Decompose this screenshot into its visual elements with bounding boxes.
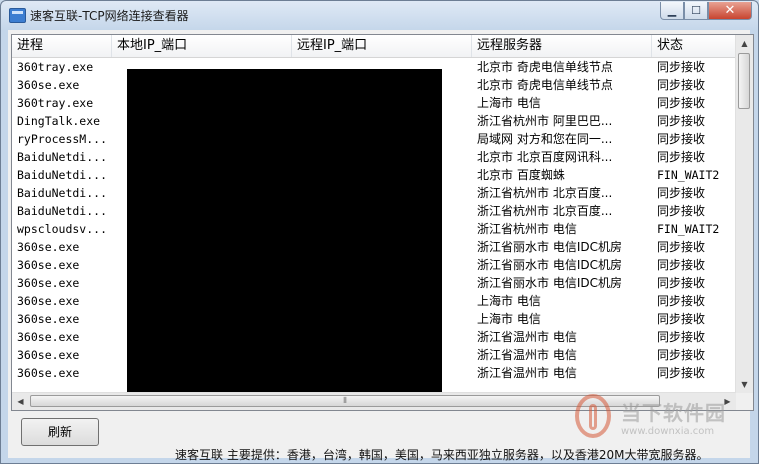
status-cell: 同步接收 — [657, 132, 706, 146]
remote-server-cell: 浙江省杭州市 北京百度... — [477, 204, 613, 218]
window-controls: ▁ ☐ ✕ — [660, 2, 752, 20]
process-cell: wpscloudsv... — [17, 222, 108, 236]
status-cell: FIN_WAIT2 — [657, 222, 720, 236]
app-icon — [9, 8, 26, 23]
horizontal-scroll-thumb[interactable]: ⦀ — [30, 395, 660, 407]
status-cell: 同步接收 — [657, 114, 706, 128]
status-cell: 同步接收 — [657, 150, 706, 164]
close-icon: ✕ — [724, 3, 736, 18]
process-cell: 360se.exe — [17, 240, 80, 254]
process-cell: BaiduNetdi... — [17, 204, 108, 218]
remote-server-cell: 浙江省温州市 电信 — [477, 348, 577, 362]
remote-server-cell: 上海市 电信 — [477, 96, 541, 110]
column-header-remote-ip[interactable]: 远程IP_端口 — [292, 35, 472, 57]
watermark-logo-icon — [575, 394, 611, 438]
status-cell: 同步接收 — [657, 312, 706, 326]
watermark: 当下软件园 www.downxia.com — [575, 394, 745, 446]
remote-server-cell: 北京市 百度蜘蛛 — [477, 168, 565, 182]
process-cell: BaiduNetdi... — [17, 186, 108, 200]
remote-server-cell: 上海市 电信 — [477, 294, 541, 308]
remote-server-cell: 浙江省杭州市 北京百度... — [477, 186, 613, 200]
remote-server-cell: 浙江省温州市 电信 — [477, 366, 577, 380]
status-cell: 同步接收 — [657, 258, 706, 272]
column-header-remote-server[interactable]: 远程服务器 — [472, 35, 652, 57]
process-cell: 360se.exe — [17, 330, 80, 344]
status-cell: 同步接收 — [657, 330, 706, 344]
status-cell: 同步接收 — [657, 348, 706, 362]
remote-server-cell: 上海市 电信 — [477, 312, 541, 326]
remote-server-cell: 浙江省丽水市 电信IDC机房 — [477, 240, 622, 254]
process-cell: 360se.exe — [17, 78, 80, 92]
process-cell: 360se.exe — [17, 312, 80, 326]
scroll-down-icon[interactable]: ▼ — [736, 376, 753, 393]
process-cell: BaiduNetdi... — [17, 168, 108, 182]
process-cell: 360tray.exe — [17, 96, 94, 110]
status-cell: 同步接收 — [657, 60, 706, 74]
status-cell: 同步接收 — [657, 78, 706, 92]
remote-server-cell: 浙江省温州市 电信 — [477, 330, 577, 344]
list-header: 进程 本地IP_端口 远程IP_端口 远程服务器 状态 — [12, 35, 736, 58]
maximize-icon: ☐ — [691, 4, 701, 17]
scroll-left-icon[interactable]: ◀ — [12, 393, 29, 410]
process-cell: DingTalk.exe — [17, 114, 101, 128]
status-cell: 同步接收 — [657, 96, 706, 110]
connection-list[interactable]: 进程 本地IP_端口 远程IP_端口 远程服务器 状态 360tray.exe 北… — [11, 34, 754, 411]
vertical-scroll-thumb[interactable] — [738, 53, 750, 109]
watermark-url: www.downxia.com — [621, 426, 715, 437]
status-cell: 同步接收 — [657, 366, 706, 380]
remote-server-cell: 局域网 对方和您在同一... — [477, 132, 613, 146]
status-cell: 同步接收 — [657, 294, 706, 308]
remote-server-cell: 浙江省丽水市 电信IDC机房 — [477, 276, 622, 290]
status-cell: 同步接收 — [657, 240, 706, 254]
minimize-button[interactable]: ▁ — [660, 2, 684, 20]
scroll-up-icon[interactable]: ▲ — [736, 35, 753, 52]
remote-server-cell: 浙江省杭州市 电信 — [477, 222, 577, 236]
process-cell: 360tray.exe — [17, 60, 94, 74]
remote-server-cell: 北京市 奇虎电信单线节点 — [477, 60, 613, 74]
close-button[interactable]: ✕ — [708, 2, 752, 20]
main-window: 速客互联-TCP网络连接查看器 ▁ ☐ ✕ 进程 本地IP_端口 远程IP_端口… — [0, 0, 759, 464]
minimize-icon: ▁ — [667, 4, 677, 17]
footer-ad-text: 速客互联 主要提供：香港，台湾，韩国，美国，马来西亚独立服务器，以及香港20M大… — [175, 448, 709, 462]
column-header-status[interactable]: 状态 — [652, 35, 736, 57]
process-cell: 360se.exe — [17, 366, 80, 380]
status-cell: FIN_WAIT2 — [657, 168, 720, 182]
process-cell: ryProcessM... — [17, 132, 108, 146]
window-title: 速客互联-TCP网络连接查看器 — [30, 9, 189, 23]
process-cell: 360se.exe — [17, 294, 80, 308]
remote-server-cell: 北京市 奇虎电信单线节点 — [477, 78, 613, 92]
redacted-ip-area — [127, 69, 442, 410]
maximize-button[interactable]: ☐ — [684, 2, 708, 20]
process-cell: BaiduNetdi... — [17, 150, 108, 164]
process-cell: 360se.exe — [17, 258, 80, 272]
status-cell: 同步接收 — [657, 204, 706, 218]
remote-server-cell: 北京市 北京百度网讯科... — [477, 150, 613, 164]
remote-server-cell: 浙江省杭州市 阿里巴巴... — [477, 114, 613, 128]
refresh-button[interactable]: 刷新 — [21, 418, 99, 446]
remote-server-cell: 浙江省丽水市 电信IDC机房 — [477, 258, 622, 272]
process-cell: 360se.exe — [17, 348, 80, 362]
status-cell: 同步接收 — [657, 276, 706, 290]
vertical-scrollbar[interactable]: ▲ ▼ — [735, 35, 753, 393]
status-cell: 同步接收 — [657, 186, 706, 200]
watermark-name: 当下软件园 — [621, 401, 726, 425]
column-header-process[interactable]: 进程 — [12, 35, 112, 57]
process-cell: 360se.exe — [17, 276, 80, 290]
column-header-local-ip[interactable]: 本地IP_端口 — [112, 35, 292, 57]
title-bar[interactable]: 速客互联-TCP网络连接查看器 ▁ ☐ ✕ — [1, 1, 758, 29]
